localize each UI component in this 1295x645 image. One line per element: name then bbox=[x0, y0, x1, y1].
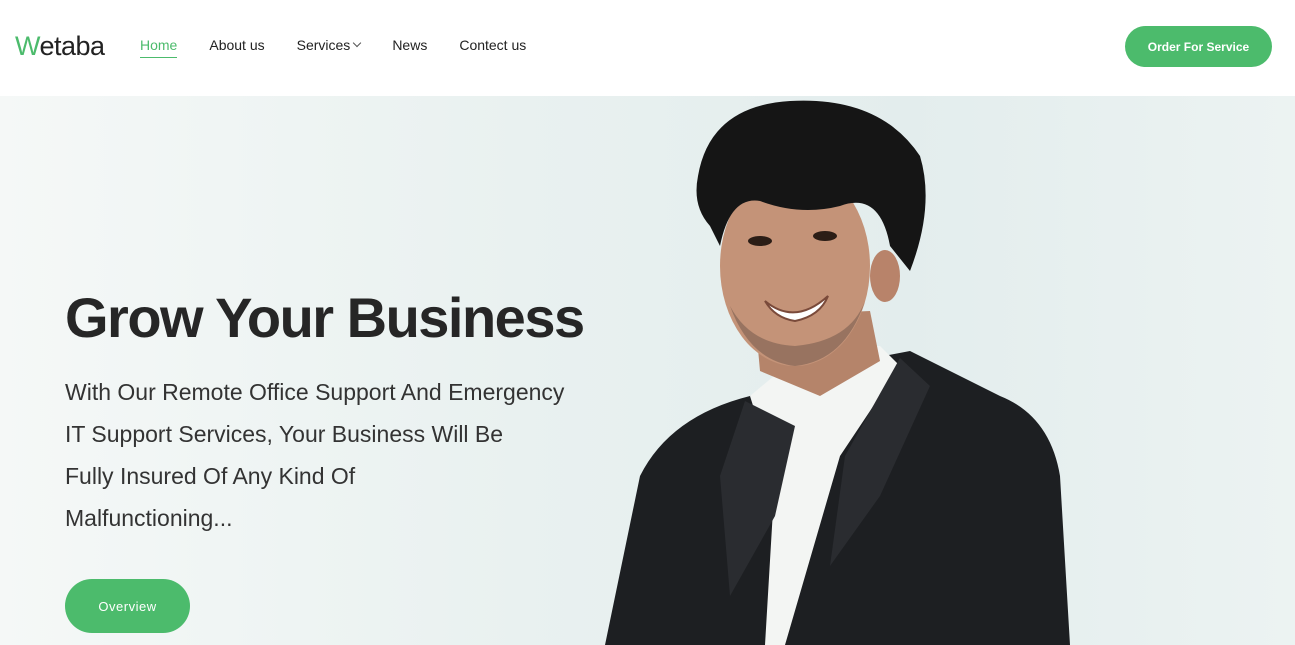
main-nav: Home About us Services News Contect us bbox=[140, 36, 558, 60]
hero-description-line: With Our Remote Office Support And Emerg… bbox=[65, 379, 565, 405]
overview-button[interactable]: Overview bbox=[65, 579, 190, 633]
hero-person-image bbox=[605, 100, 1070, 645]
hero-description-line: IT Support Services, Your Business Will … bbox=[65, 421, 504, 447]
nav-item-about[interactable]: About us bbox=[209, 36, 264, 54]
chevron-down-icon bbox=[353, 38, 362, 48]
hero-title: Grow Your Business bbox=[65, 286, 585, 349]
nav-item-news[interactable]: News bbox=[392, 36, 427, 54]
nav-item-services-label: Services bbox=[296, 37, 351, 53]
eye-left-shape bbox=[748, 236, 772, 246]
hero-description: With Our Remote Office Support And Emerg… bbox=[65, 371, 625, 539]
hero-description-line: Malfunctioning... bbox=[65, 505, 233, 531]
nav-item-home[interactable]: Home bbox=[140, 36, 178, 58]
eye-right-shape bbox=[813, 231, 837, 241]
logo-first-letter: W bbox=[15, 31, 40, 61]
hero-description-line: Fully Insured Of Any Kind Of bbox=[65, 463, 356, 489]
logo[interactable]: Wetaba bbox=[15, 30, 105, 62]
ear-shape bbox=[870, 250, 900, 302]
order-for-service-button[interactable]: Order For Service bbox=[1125, 26, 1272, 67]
site-header: Wetaba Home About us Services News Conte… bbox=[0, 0, 1295, 96]
hero-section: Grow Your Business With Our Remote Offic… bbox=[0, 96, 1295, 645]
nav-item-contact[interactable]: Contect us bbox=[459, 36, 526, 54]
logo-text: etaba bbox=[39, 31, 106, 61]
nav-item-services[interactable]: Services bbox=[296, 36, 362, 54]
